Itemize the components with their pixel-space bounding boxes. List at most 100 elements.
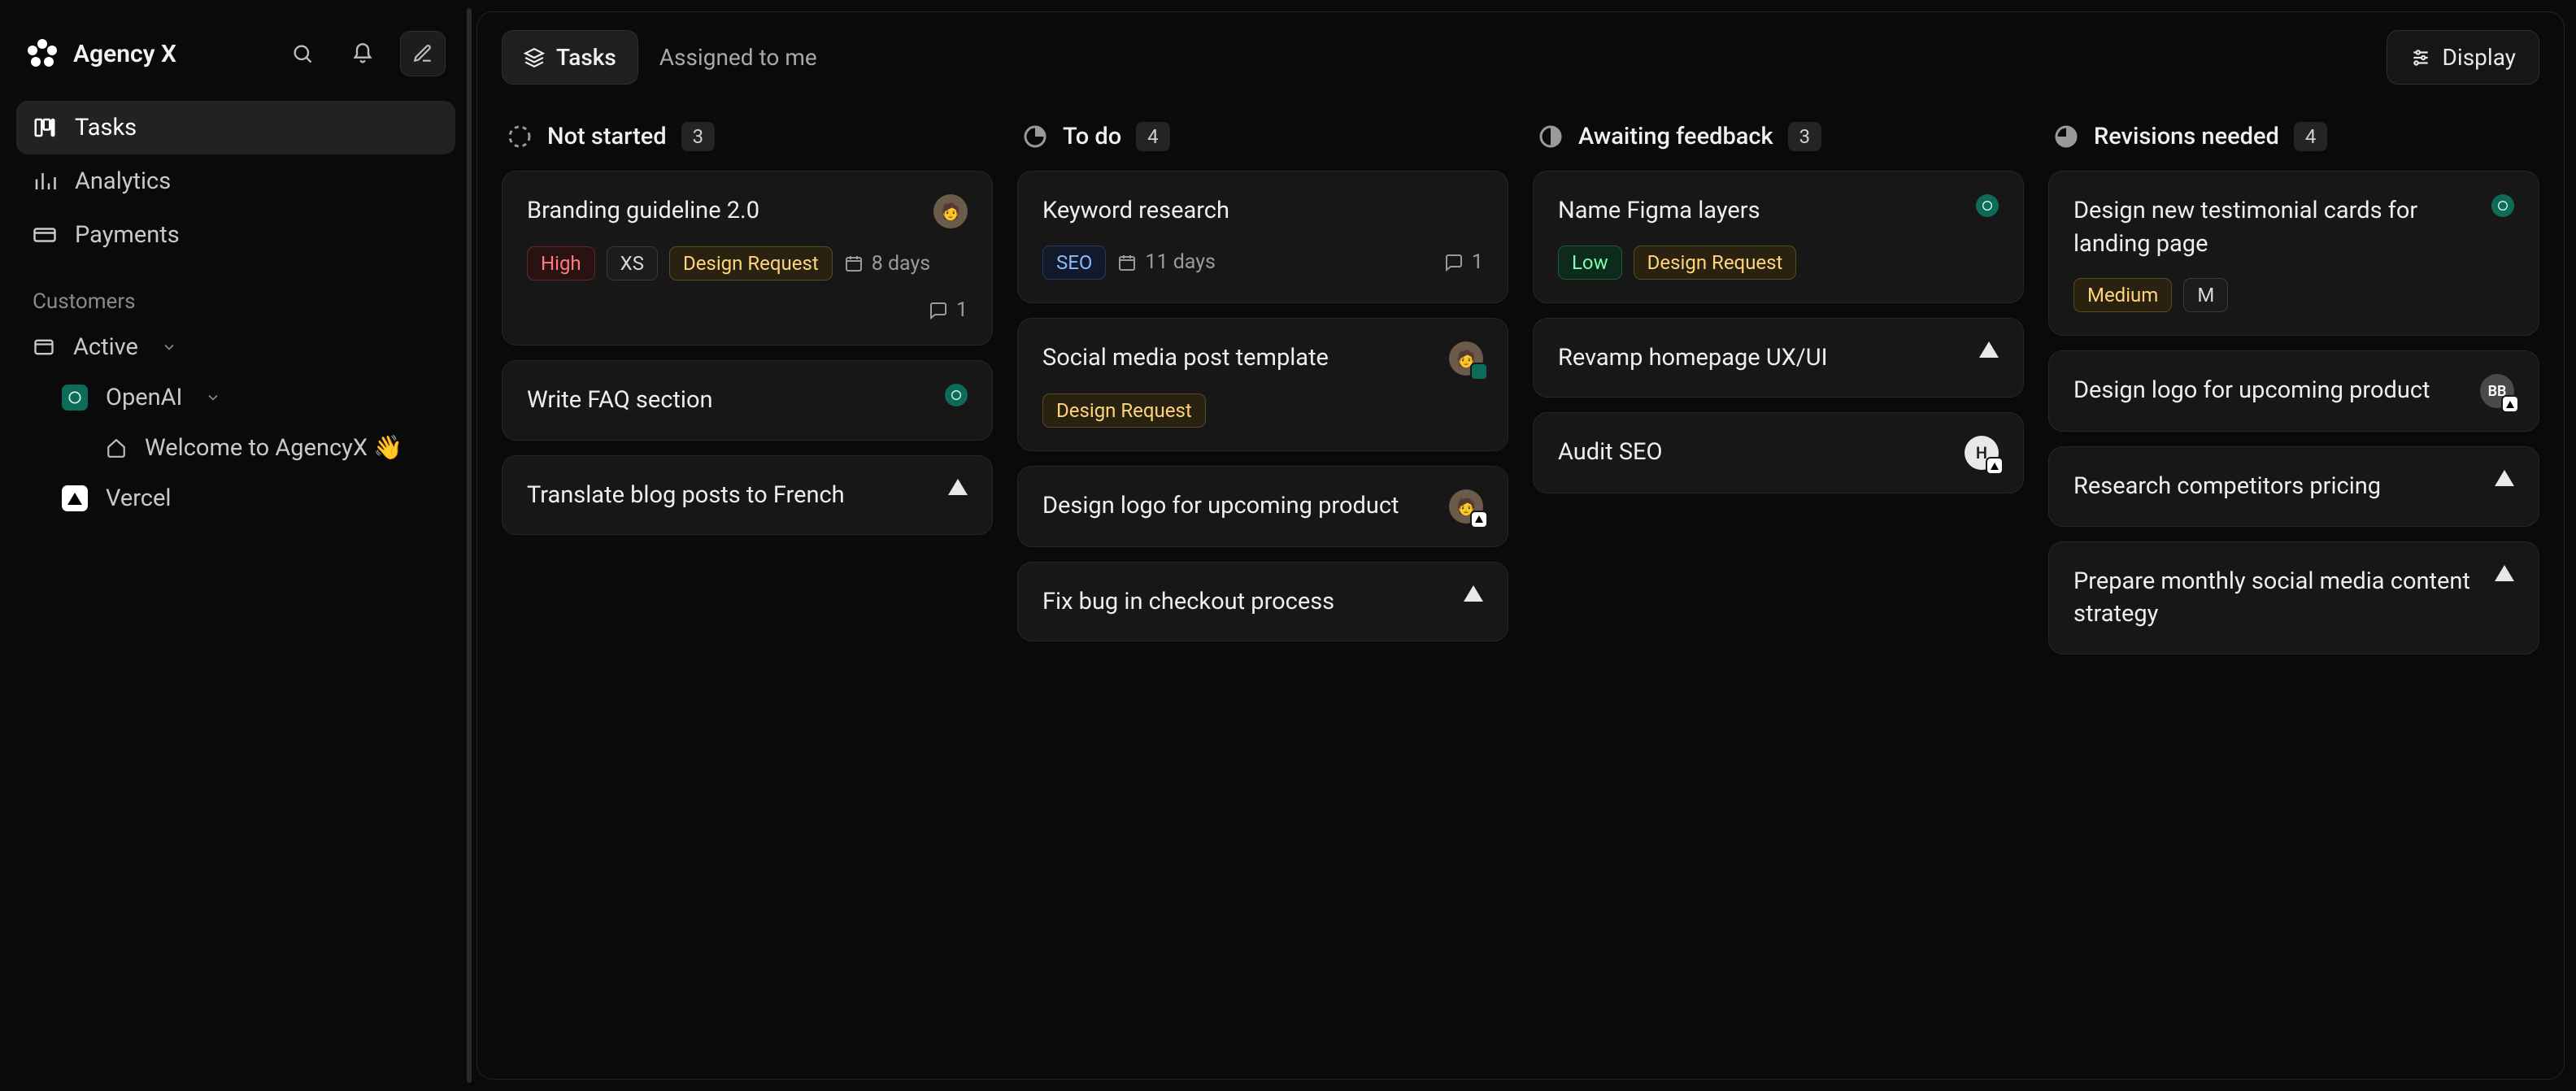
analytics-icon (33, 169, 57, 193)
tree-label: Welcome to AgencyX 👋 (145, 434, 402, 462)
sidebar: Agency X Tasks Analytics Payments Custom… (0, 0, 472, 1091)
task-card[interactable]: Social media post template 🧑 Design Requ… (1017, 318, 1508, 451)
notifications-button[interactable] (340, 31, 385, 76)
column-title: Not started (547, 123, 667, 150)
tab-assigned[interactable]: Assigned to me (638, 31, 838, 84)
payments-icon (33, 223, 57, 247)
priority-chip[interactable]: Medium (2073, 278, 2172, 312)
nav-label: Payments (75, 221, 180, 249)
calendar-icon (844, 254, 864, 273)
task-card[interactable]: Branding guideline 2.0 🧑 High XS Design … (502, 171, 993, 346)
comments-meta[interactable]: 1 (1444, 250, 1483, 274)
task-card[interactable]: Translate blog posts to French (502, 455, 993, 536)
tag-chip[interactable]: Design Request (1042, 393, 1206, 428)
assignee-avatar[interactable]: 🧑 (933, 194, 968, 228)
nav-analytics[interactable]: Analytics (16, 154, 455, 208)
column-header: Revisions needed 4 (2048, 114, 2539, 171)
card-title: Design new testimonial cards for landing… (2073, 194, 2478, 260)
display-button[interactable]: Display (2387, 30, 2539, 85)
openai-icon (67, 389, 83, 406)
tree-label: Active (73, 333, 138, 361)
size-chip[interactable]: XS (607, 246, 658, 280)
due-meta: 8 days (844, 252, 931, 276)
tag-chip[interactable]: Design Request (669, 246, 833, 280)
assignee-avatar[interactable]: 🧑 (1449, 489, 1483, 524)
display-label: Display (2443, 44, 2516, 71)
task-card[interactable]: Name Figma layers Low Design Request (1533, 171, 2024, 303)
card-title: Social media post template (1042, 341, 1436, 375)
column-not-started: Not started 3 Branding guideline 2.0 🧑 H… (502, 114, 993, 1054)
task-card[interactable]: Audit SEO H (1533, 412, 2024, 493)
search-button[interactable] (280, 31, 325, 76)
task-card[interactable]: Research competitors pricing (2048, 446, 2539, 527)
card-title: Prepare monthly social media content str… (2073, 565, 2482, 631)
assignee-avatar[interactable]: BB (2480, 374, 2514, 408)
card-title: Audit SEO (1558, 436, 1952, 469)
column-count: 3 (681, 122, 716, 151)
vercel-icon (67, 493, 82, 505)
size-chip[interactable]: M (2183, 278, 2228, 312)
column-revisions-needed: Revisions needed 4 Design new testimonia… (2048, 114, 2539, 1054)
priority-chip[interactable]: Low (1558, 246, 1622, 280)
folder-icon (33, 336, 55, 359)
tab-tasks[interactable]: Tasks (502, 30, 638, 85)
column-cards: Name Figma layers Low Design Request (1533, 171, 2024, 493)
org-vercel-icon (2501, 395, 2519, 413)
compose-button[interactable] (400, 31, 446, 76)
tasks-icon (33, 115, 57, 140)
chevron-down-icon (205, 389, 221, 406)
task-card[interactable]: Fix bug in checkout process (1017, 562, 1508, 642)
due-text: 8 days (872, 252, 931, 276)
task-card[interactable]: Design logo for upcoming product 🧑 (1017, 466, 1508, 547)
status-not-started-icon (507, 124, 533, 150)
task-card[interactable]: Write FAQ section (502, 360, 993, 441)
workspace-logo (26, 37, 59, 70)
comments-meta[interactable]: 1 (929, 298, 968, 322)
card-title: Branding guideline 2.0 (527, 194, 920, 228)
column-title: Awaiting feedback (1578, 123, 1773, 150)
tree-label: Vercel (106, 485, 171, 512)
tree-vercel[interactable]: Vercel (16, 473, 455, 524)
comment-icon (929, 301, 948, 320)
kanban-board[interactable]: Not started 3 Branding guideline 2.0 🧑 H… (477, 102, 2564, 1079)
nav-payments[interactable]: Payments (16, 208, 455, 262)
card-title: Design logo for upcoming product (1042, 489, 1436, 523)
column-cards: Design new testimonial cards for landing… (2048, 171, 2539, 654)
tag-chip[interactable]: Design Request (1634, 246, 1797, 280)
assignee-avatar[interactable]: 🧑 (1449, 341, 1483, 376)
tree-active[interactable]: Active (16, 322, 455, 372)
comments-count: 1 (956, 298, 968, 322)
assignee-avatar[interactable]: H (1965, 436, 1999, 470)
priority-chip[interactable]: High (527, 246, 595, 280)
task-card[interactable]: Design new testimonial cards for landing… (2048, 171, 2539, 336)
task-card[interactable]: Revamp homepage UX/UI (1533, 318, 2024, 398)
card-title: Name Figma layers (1558, 194, 1963, 228)
column-to-do: To do 4 Keyword research SEO 11 days (1017, 114, 1508, 1054)
tab-label: Tasks (556, 44, 616, 71)
tree-openai[interactable]: OpenAI (16, 372, 455, 423)
calendar-icon (1117, 253, 1137, 272)
home-icon (106, 437, 127, 459)
card-title: Translate blog posts to French (527, 479, 935, 512)
org-vercel-icon (1986, 457, 2004, 475)
tree-label: OpenAI (106, 384, 182, 411)
workspace-name[interactable]: Agency X (73, 40, 265, 68)
due-text: 11 days (1145, 250, 1216, 274)
card-title: Keyword research (1042, 194, 1483, 228)
status-revisions-icon (2053, 124, 2079, 150)
tag-chip[interactable]: SEO (1042, 246, 1106, 280)
org-openai-icon (2491, 194, 2514, 217)
comment-icon (1444, 253, 1464, 272)
org-vercel-icon (1979, 341, 1999, 358)
stack-icon (524, 47, 545, 68)
org-vercel-icon (2495, 470, 2514, 486)
status-awaiting-icon (1538, 124, 1564, 150)
tree-welcome[interactable]: Welcome to AgencyX 👋 (16, 423, 455, 473)
task-card[interactable]: Design logo for upcoming product BB (2048, 350, 2539, 432)
org-vercel-icon (1470, 511, 1488, 528)
task-card[interactable]: Prepare monthly social media content str… (2048, 541, 2539, 654)
nav-label: Tasks (75, 114, 137, 141)
nav-tasks[interactable]: Tasks (16, 101, 455, 154)
task-card[interactable]: Keyword research SEO 11 days 1 (1017, 171, 1508, 303)
column-count: 4 (2294, 122, 2328, 151)
